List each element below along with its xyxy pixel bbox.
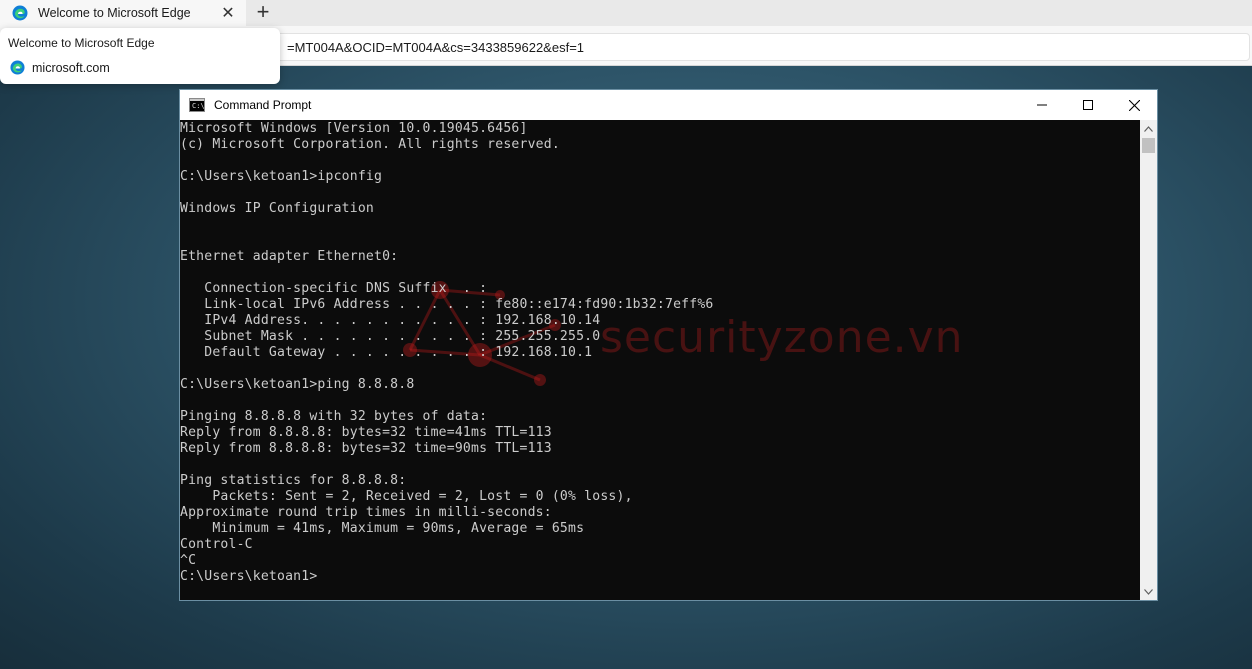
console-line: Ping statistics for 8.8.8.8: xyxy=(180,473,407,488)
new-tab-icon[interactable]: + xyxy=(252,0,274,24)
console-line: Reply from 8.8.8.8: bytes=32 time=41ms T… xyxy=(180,425,552,440)
console-line: Reply from 8.8.8.8: bytes=32 time=90ms T… xyxy=(180,441,552,456)
edge-logo-icon xyxy=(12,5,28,21)
tab-hover-card: Welcome to Microsoft Edge microsoft.com xyxy=(0,28,280,84)
console-line: Ethernet adapter Ethernet0: xyxy=(180,249,399,264)
console-line: (c) Microsoft Corporation. All rights re… xyxy=(180,137,560,152)
console-line: Connection-specific DNS Suffix . : xyxy=(180,281,488,296)
tab-close-icon[interactable]: ✕ xyxy=(218,3,238,23)
cmd-app-icon: C:\ xyxy=(189,98,205,112)
cmd-titlebar[interactable]: C:\ Command Prompt xyxy=(180,90,1157,120)
console-line: Pinging 8.8.8.8 with 32 bytes of data: xyxy=(180,409,488,424)
chevron-up-icon xyxy=(1144,125,1153,132)
scroll-thumb[interactable] xyxy=(1142,138,1155,153)
console-output: Microsoft Windows [Version 10.0.19045.64… xyxy=(180,121,714,585)
command-prompt-window[interactable]: C:\ Command Prompt securityzone.vn Micro… xyxy=(179,89,1158,601)
console-line: ^C xyxy=(180,553,197,568)
console-line: Default Gateway . . . . . . . . . : 192.… xyxy=(180,345,593,360)
hover-card-title: Welcome to Microsoft Edge xyxy=(8,36,155,50)
minimize-button[interactable] xyxy=(1019,90,1065,120)
console-line: Microsoft Windows [Version 10.0.19045.64… xyxy=(180,121,528,136)
scroll-up-button[interactable] xyxy=(1140,120,1157,137)
console-line: IPv4 Address. . . . . . . . . . . : 192.… xyxy=(180,313,601,328)
console-line: Windows IP Configuration xyxy=(180,201,374,216)
console-line: Packets: Sent = 2, Received = 2, Lost = … xyxy=(180,489,633,504)
console-line: Link-local IPv6 Address . . . . . : fe80… xyxy=(180,297,714,312)
window-controls xyxy=(1019,90,1157,120)
cmd-window-title: Command Prompt xyxy=(214,98,312,112)
console-line: Minimum = 41ms, Maximum = 90ms, Average … xyxy=(180,521,585,536)
hover-card-domain-row: microsoft.com xyxy=(10,60,110,75)
address-bar[interactable]: =MT004A&OCID=MT004A&cs=3433859622&esf=1 xyxy=(200,33,1250,61)
scroll-down-button[interactable] xyxy=(1140,583,1157,600)
console-line: C:\Users\ketoan1>ipconfig xyxy=(180,169,383,184)
cmd-console[interactable]: securityzone.vn Microsoft Windows [Versi… xyxy=(180,120,1140,600)
browser-tabstrip: Welcome to Microsoft Edge ✕ + xyxy=(0,0,1252,26)
maximize-icon xyxy=(1083,100,1093,110)
console-line: Control-C xyxy=(180,537,253,552)
close-button[interactable] xyxy=(1111,90,1157,120)
edge-logo-icon xyxy=(10,60,25,75)
minimize-icon xyxy=(1037,104,1047,106)
tab-title: Welcome to Microsoft Edge xyxy=(38,6,191,20)
console-line: Subnet Mask . . . . . . . . . . . : 255.… xyxy=(180,329,601,344)
close-icon xyxy=(1128,99,1140,111)
browser-tab[interactable]: Welcome to Microsoft Edge ✕ xyxy=(0,0,246,26)
console-line: Approximate round trip times in milli-se… xyxy=(180,505,552,520)
maximize-button[interactable] xyxy=(1065,90,1111,120)
console-line: C:\Users\ketoan1>ping 8.8.8.8 xyxy=(180,377,415,392)
chevron-down-icon xyxy=(1144,588,1153,595)
hover-card-domain: microsoft.com xyxy=(32,60,110,75)
console-line: C:\Users\ketoan1> xyxy=(180,569,318,584)
console-scrollbar[interactable] xyxy=(1140,120,1157,600)
